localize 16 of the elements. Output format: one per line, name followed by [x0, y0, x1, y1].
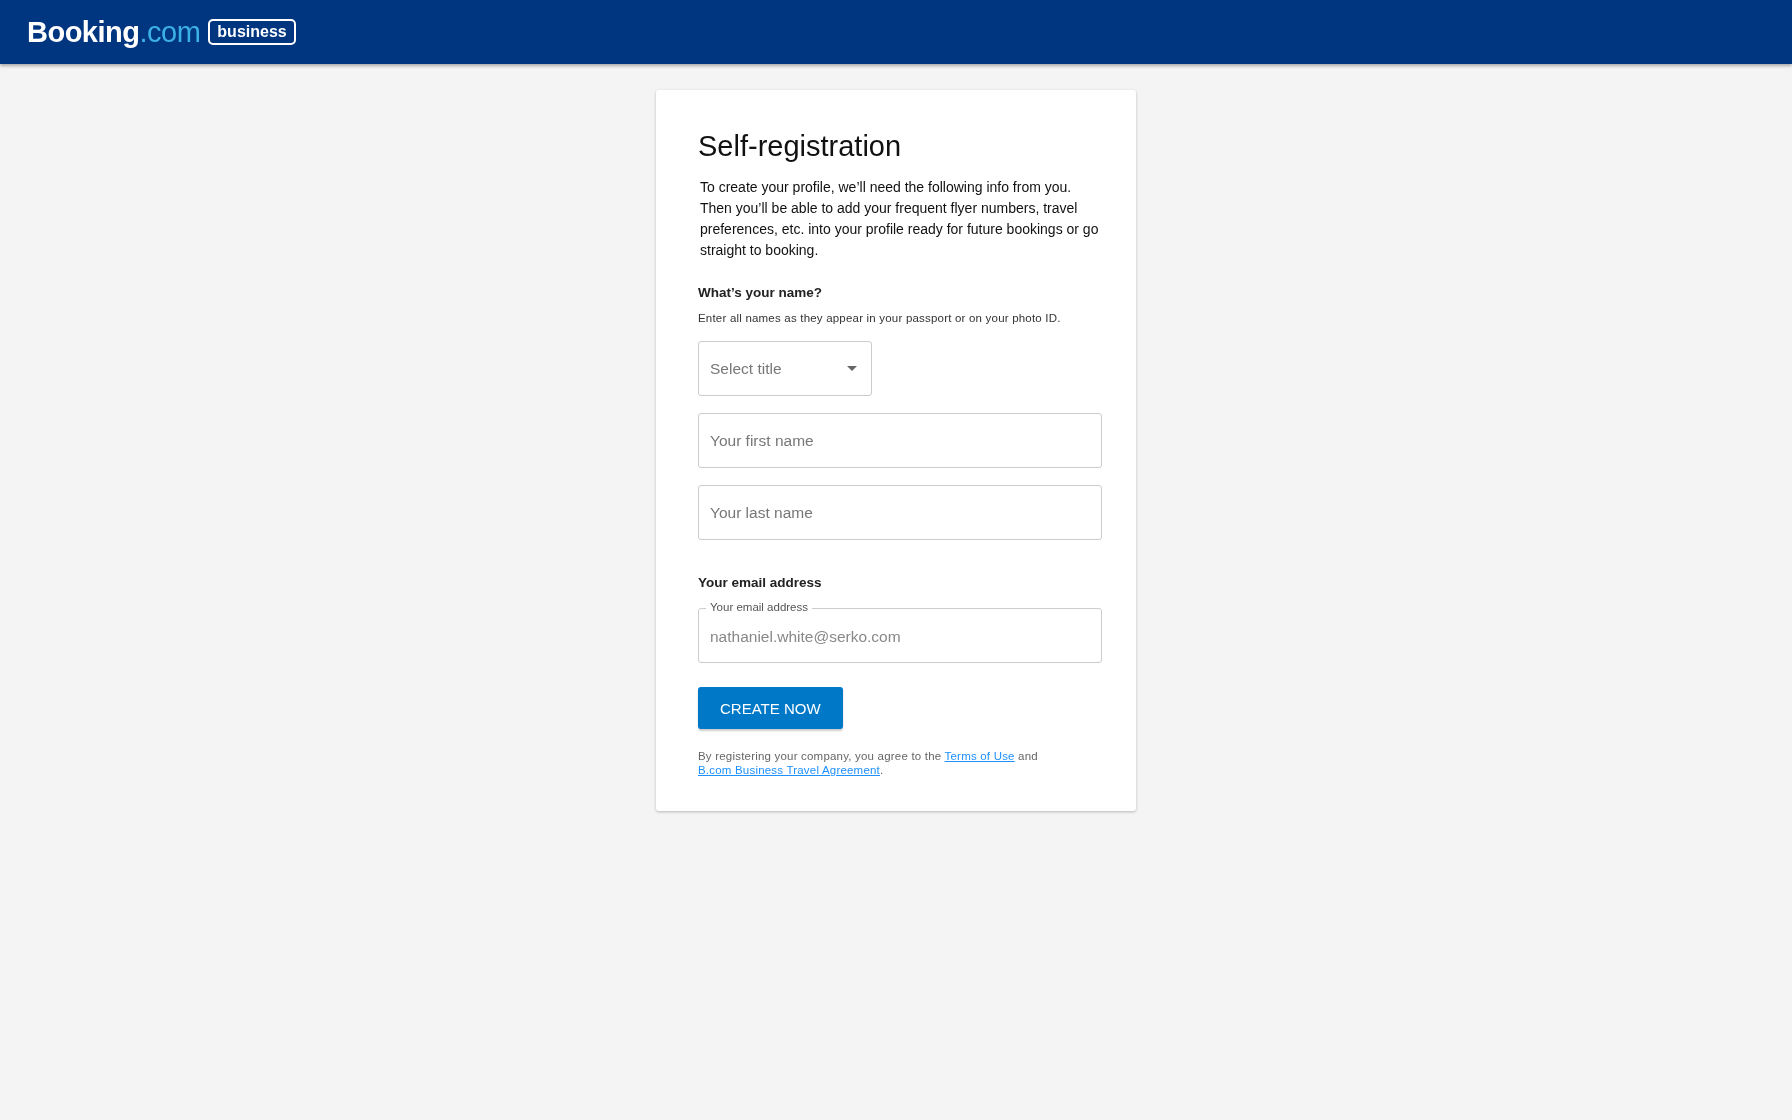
caret-icon — [847, 366, 857, 371]
agreement-link[interactable]: B.com Business Travel Agreement — [698, 764, 880, 776]
name-hint: Enter all names as they appear in your passport or on your photo ID. — [698, 312, 1061, 324]
terms-text: By registering your company, you agree to the Terms of Use and B.com Business Travel Agreement. — [698, 749, 1038, 777]
title-select[interactable]: Select title — [698, 341, 872, 396]
logo[interactable]: Booking.com — [27, 15, 201, 49]
name-heading: What’s your name? — [698, 285, 823, 300]
first-name-field[interactable]: Your first name — [698, 413, 1102, 468]
email-field-label: Your email address — [706, 600, 813, 614]
last-name-field[interactable]: Your last name — [698, 485, 1102, 540]
business-badge: business — [208, 19, 296, 45]
terms-link[interactable]: Terms of Use — [944, 750, 1015, 762]
create-now-button[interactable]: CREATE NOW — [698, 687, 843, 729]
page-title: Self-registration — [698, 130, 902, 163]
email-heading: Your email address — [698, 575, 822, 590]
intro-text: To create your profile, we’ll need the following info from you. Then you’ll be able to add your frequent flyer numbers, travel preferences, etc. into your profile ready for future bookings or go straight to booking. — [700, 178, 1100, 260]
